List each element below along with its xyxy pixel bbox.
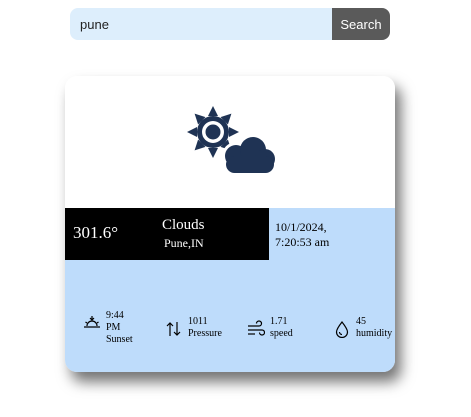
search-button[interactable]: Search [332, 8, 390, 40]
wind-text: 1.71 speed [270, 316, 293, 340]
weather-card: 301.6° Clouds Pune,IN 10/1/2024, 7:20:53… [65, 76, 395, 372]
pressure-stat: 1011 Pressure [165, 316, 222, 340]
pressure-label: Pressure [188, 328, 222, 339]
sunset-stat: 9:44 PM Sunset [83, 310, 133, 346]
weather-info-band: 301.6° Clouds Pune,IN 10/1/2024, 7:20:53… [65, 208, 395, 372]
city-search-input[interactable] [70, 8, 332, 40]
humidity-text: 45 humidity [356, 316, 392, 340]
weather-icon-area [65, 76, 395, 208]
sunset-label: Sunset [106, 334, 133, 345]
droplet-icon [335, 321, 349, 338]
pressure-text: 1011 Pressure [188, 316, 222, 340]
time-label: 7:20:53 am [275, 235, 330, 249]
temperature-value: 301.6° [73, 223, 119, 242]
weather-condition: Clouds [162, 217, 205, 233]
humidity-value: 45 [356, 316, 366, 327]
humidity-label: humidity [356, 328, 393, 339]
humidity-stat: 45 humidity [333, 316, 392, 340]
wind-label: speed [270, 328, 293, 339]
pressure-arrows-icon [166, 322, 181, 336]
temperature-band: 301.6° Clouds Pune,IN [65, 208, 269, 260]
location-label: Pune,IN [164, 236, 204, 250]
search-bar: Search [70, 8, 390, 40]
sunset-time: 9:44 [106, 310, 124, 321]
sunset-icon [84, 316, 100, 328]
wind-value: 1.71 [270, 316, 288, 327]
pressure-value: 1011 [188, 316, 208, 327]
sunset-text: 9:44 PM Sunset [106, 310, 133, 346]
sun-behind-cloud-icon [187, 106, 275, 176]
wind-icon [248, 320, 265, 336]
wind-stat: 1.71 speed [247, 316, 293, 340]
date-label: 10/1/2024, [275, 220, 327, 234]
date-time: 10/1/2024, 7:20:53 am [275, 220, 329, 250]
sunset-period: PM [106, 322, 121, 333]
